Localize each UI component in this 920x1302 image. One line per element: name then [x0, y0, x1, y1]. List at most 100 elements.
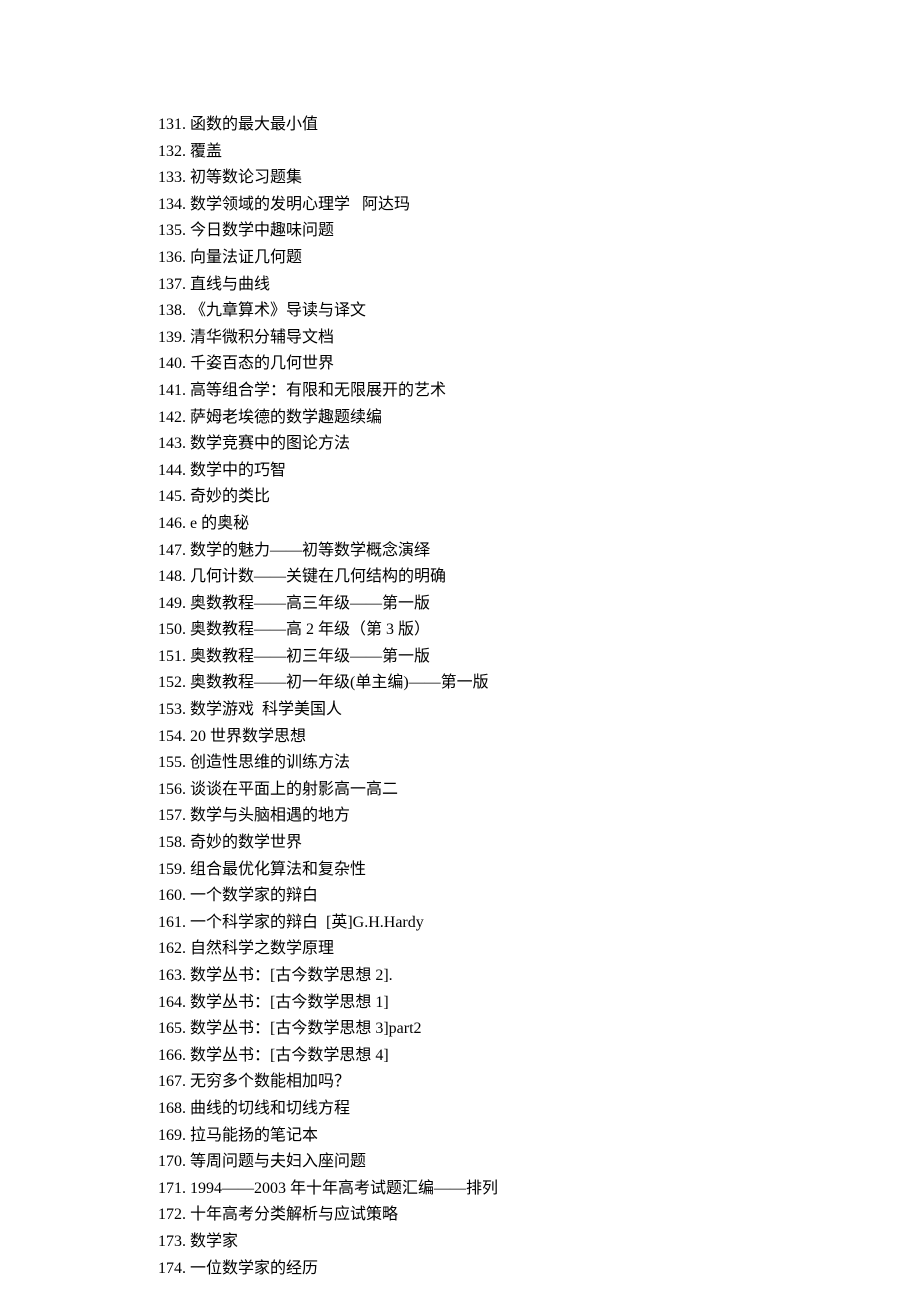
list-item: 148. 几何计数——关键在几何结构的明确: [158, 564, 920, 591]
item-number: 131: [158, 116, 182, 133]
item-text: 一位数学家的经历: [190, 1260, 318, 1277]
item-number: 149: [158, 595, 182, 612]
item-text: 《九章算术》导读与译文: [190, 302, 366, 319]
document-page: 131. 函数的最大最小值132. 覆盖133. 初等数论习题集134. 数学领…: [0, 0, 920, 1282]
item-number: 166: [158, 1047, 182, 1064]
list-item: 134. 数学领域的发明心理学 阿达玛: [158, 192, 920, 219]
item-number: 145: [158, 488, 182, 505]
list-item: 168. 曲线的切线和切线方程: [158, 1096, 920, 1123]
list-item: 160. 一个数学家的辩白: [158, 883, 920, 910]
item-number: 162: [158, 940, 182, 957]
item-text: 奇妙的类比: [190, 488, 270, 505]
list-item: 154. 20 世界数学思想: [158, 724, 920, 751]
list-item: 135. 今日数学中趣味问题: [158, 218, 920, 245]
list-item: 145. 奇妙的类比: [158, 484, 920, 511]
item-text: 数学丛书：[古今数学思想 1]: [190, 994, 389, 1011]
item-number: 148: [158, 568, 182, 585]
item-text: 奥数教程——初一年级(单主编)——第一版: [190, 674, 489, 691]
item-number: 168: [158, 1100, 182, 1117]
list-item: 147. 数学的魅力——初等数学概念演绎: [158, 538, 920, 565]
numbered-list: 131. 函数的最大最小值132. 覆盖133. 初等数论习题集134. 数学领…: [158, 112, 920, 1282]
item-text: 直线与曲线: [190, 276, 270, 293]
item-text: 千姿百态的几何世界: [190, 355, 334, 372]
item-text: 数学丛书：[古今数学思想 4]: [190, 1047, 389, 1064]
item-text: 奥数教程——高三年级——第一版: [190, 595, 430, 612]
list-item: 137. 直线与曲线: [158, 272, 920, 299]
item-text: 数学与头脑相遇的地方: [190, 807, 350, 824]
item-number: 138: [158, 302, 182, 319]
item-number: 139: [158, 329, 182, 346]
item-number: 158: [158, 834, 182, 851]
list-item: 161. 一个科学家的辩白 [英]G.H.Hardy: [158, 910, 920, 937]
item-number: 173: [158, 1233, 182, 1250]
item-text: 数学竞赛中的图论方法: [190, 435, 350, 452]
item-number: 153: [158, 701, 182, 718]
item-number: 157: [158, 807, 182, 824]
item-number: 137: [158, 276, 182, 293]
item-number: 160: [158, 887, 182, 904]
item-text: 萨姆老埃德的数学趣题续编: [190, 409, 382, 426]
item-number: 132: [158, 143, 182, 160]
item-number: 163: [158, 967, 182, 984]
item-number: 154: [158, 728, 182, 745]
list-item: 163. 数学丛书：[古今数学思想 2].: [158, 963, 920, 990]
list-item: 131. 函数的最大最小值: [158, 112, 920, 139]
list-item: 172. 十年高考分类解析与应试策略: [158, 1202, 920, 1229]
item-text: 奥数教程——初三年级——第一版: [190, 648, 430, 665]
item-text: 几何计数——关键在几何结构的明确: [190, 568, 446, 585]
item-number: 144: [158, 462, 182, 479]
item-text: 20 世界数学思想: [190, 728, 306, 745]
item-text: 无穷多个数能相加吗？: [190, 1073, 350, 1090]
item-text: 数学家: [190, 1233, 238, 1250]
item-text: 奥数教程——高 2 年级（第 3 版）: [190, 621, 430, 638]
item-text: 数学中的巧智: [190, 462, 286, 479]
item-number: 143: [158, 435, 182, 452]
list-item: 155. 创造性思维的训练方法: [158, 750, 920, 777]
item-number: 174: [158, 1260, 182, 1277]
list-item: 144. 数学中的巧智: [158, 458, 920, 485]
item-number: 142: [158, 409, 182, 426]
item-text: 1994——2003 年十年高考试题汇编——排列: [190, 1180, 498, 1197]
item-text: 数学的魅力——初等数学概念演绎: [190, 542, 430, 559]
item-text: 今日数学中趣味问题: [190, 222, 334, 239]
item-text: 等周问题与夫妇入座问题: [190, 1153, 366, 1170]
item-number: 146: [158, 515, 182, 532]
item-text: 数学丛书：[古今数学思想 3]part2: [190, 1020, 422, 1037]
item-text: 组合最优化算法和复杂性: [190, 861, 366, 878]
item-number: 141: [158, 382, 182, 399]
item-number: 156: [158, 781, 182, 798]
list-item: 166. 数学丛书：[古今数学思想 4]: [158, 1043, 920, 1070]
list-item: 136. 向量法证几何题: [158, 245, 920, 272]
item-number: 136: [158, 249, 182, 266]
item-number: 172: [158, 1206, 182, 1223]
list-item: 174. 一位数学家的经历: [158, 1256, 920, 1283]
item-text: 覆盖: [190, 143, 222, 160]
item-number: 161: [158, 914, 182, 931]
list-item: 146. e 的奥秘: [158, 511, 920, 538]
list-item: 165. 数学丛书：[古今数学思想 3]part2: [158, 1016, 920, 1043]
item-text: 数学领域的发明心理学 阿达玛: [190, 196, 410, 213]
list-item: 171. 1994——2003 年十年高考试题汇编——排列: [158, 1176, 920, 1203]
list-item: 167. 无穷多个数能相加吗？: [158, 1069, 920, 1096]
list-item: 149. 奥数教程——高三年级——第一版: [158, 591, 920, 618]
item-number: 151: [158, 648, 182, 665]
list-item: 138. 《九章算术》导读与译文: [158, 298, 920, 325]
item-text: 清华微积分辅导文档: [190, 329, 334, 346]
list-item: 139. 清华微积分辅导文档: [158, 325, 920, 352]
item-number: 167: [158, 1073, 182, 1090]
list-item: 142. 萨姆老埃德的数学趣题续编: [158, 405, 920, 432]
item-text: 奇妙的数学世界: [190, 834, 302, 851]
item-number: 169: [158, 1127, 182, 1144]
list-item: 143. 数学竞赛中的图论方法: [158, 431, 920, 458]
list-item: 158. 奇妙的数学世界: [158, 830, 920, 857]
list-item: 170. 等周问题与夫妇入座问题: [158, 1149, 920, 1176]
list-item: 132. 覆盖: [158, 139, 920, 166]
list-item: 156. 谈谈在平面上的射影高一高二: [158, 777, 920, 804]
item-text: 函数的最大最小值: [190, 116, 318, 133]
list-item: 151. 奥数教程——初三年级——第一版: [158, 644, 920, 671]
item-text: 曲线的切线和切线方程: [190, 1100, 350, 1117]
list-item: 164. 数学丛书：[古今数学思想 1]: [158, 990, 920, 1017]
item-text: 数学游戏 科学美国人: [190, 701, 342, 718]
item-number: 171: [158, 1180, 182, 1197]
list-item: 133. 初等数论习题集: [158, 165, 920, 192]
